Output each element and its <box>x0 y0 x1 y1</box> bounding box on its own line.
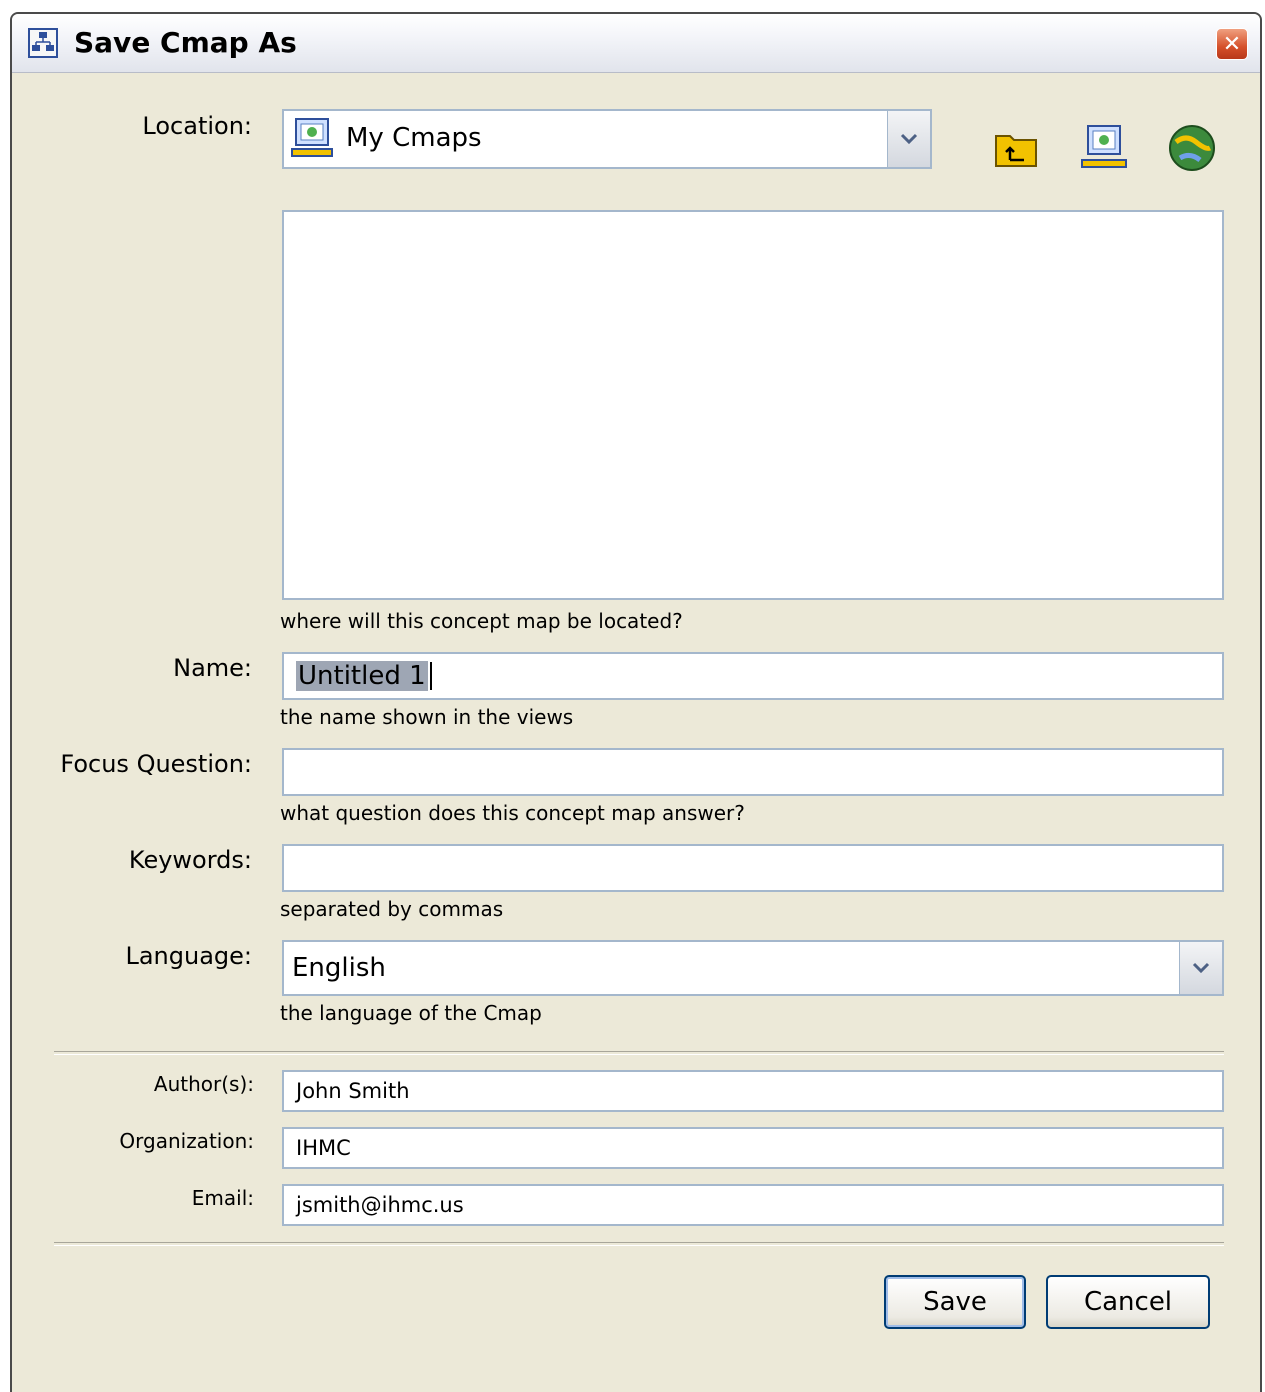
authors-label: Author(s): <box>153 1072 254 1096</box>
organization-label: Organization: <box>119 1129 254 1153</box>
authors-field[interactable]: John Smith <box>282 1070 1224 1112</box>
location-label: Location: <box>142 112 252 140</box>
focus-question-hint: what question does this concept map answ… <box>280 801 745 825</box>
title-bar[interactable]: Save Cmap As ✕ <box>12 14 1260 73</box>
up-folder-icon[interactable] <box>990 122 1042 174</box>
focus-question-field[interactable] <box>282 748 1224 796</box>
location-value: My Cmaps <box>346 123 482 153</box>
language-label: Language: <box>125 942 252 970</box>
cmap-app-icon <box>28 28 58 58</box>
chevron-down-icon[interactable] <box>1179 942 1222 994</box>
language-dropdown[interactable]: English <box>282 940 1224 996</box>
save-cmap-dialog: Save Cmap As ✕ Location: My Cmaps where … <box>10 12 1262 1392</box>
cancel-button[interactable]: Cancel <box>1046 1275 1210 1329</box>
keywords-hint: separated by commas <box>280 897 504 921</box>
save-button[interactable]: Save <box>884 1275 1026 1329</box>
separator <box>54 1242 1224 1246</box>
language-hint: the language of the Cmap <box>280 1001 542 1025</box>
close-icon[interactable]: ✕ <box>1216 28 1248 60</box>
authors-value: John Smith <box>296 1079 410 1103</box>
name-value: Untitled 1 <box>296 661 428 691</box>
email-field[interactable]: jsmith@ihmc.us <box>282 1184 1224 1226</box>
organization-value: IHMC <box>296 1136 351 1160</box>
keywords-field[interactable] <box>282 844 1224 892</box>
separator <box>54 1051 1224 1055</box>
my-cmaps-icon[interactable] <box>1078 122 1130 174</box>
organization-field[interactable]: IHMC <box>282 1127 1224 1169</box>
name-field[interactable]: Untitled 1 <box>282 652 1224 700</box>
globe-icon[interactable] <box>1166 122 1218 174</box>
email-value: jsmith@ihmc.us <box>296 1193 464 1217</box>
name-label: Name: <box>173 654 252 682</box>
chevron-down-icon[interactable] <box>887 111 930 167</box>
window-title: Save Cmap As <box>74 26 297 59</box>
keywords-label: Keywords: <box>128 846 252 874</box>
text-caret <box>429 662 432 690</box>
my-computer-icon <box>290 117 336 165</box>
language-value: English <box>292 953 386 983</box>
location-hint: where will this concept map be located? <box>280 609 683 633</box>
location-tree[interactable] <box>282 210 1224 600</box>
focus-question-label: Focus Question: <box>60 750 252 778</box>
location-dropdown[interactable]: My Cmaps <box>282 109 932 169</box>
email-label: Email: <box>191 1186 254 1210</box>
name-hint: the name shown in the views <box>280 705 574 729</box>
